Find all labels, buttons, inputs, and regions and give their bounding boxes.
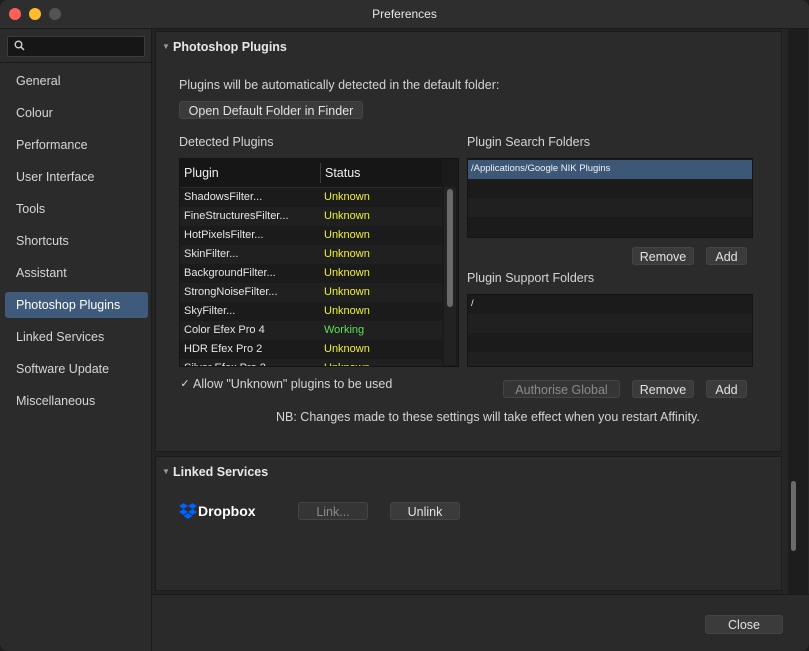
linked-services-header[interactable]: ▼ Linked Services — [156, 457, 781, 487]
main-content: ▼ Photoshop Plugins Plugins will be auto… — [152, 29, 782, 594]
title-bar: Preferences — [0, 0, 809, 29]
folder-path: /Applications/Google NIK Plugins — [471, 163, 611, 174]
chevron-down-icon[interactable]: ▼ — [162, 467, 170, 476]
sidebar-item-general[interactable]: General — [5, 68, 148, 94]
plugin-status: Unknown — [324, 305, 370, 317]
remove-search-folder-button[interactable]: Remove — [632, 247, 694, 265]
table-scrollbar[interactable] — [444, 187, 456, 365]
chevron-down-icon[interactable]: ▼ — [162, 42, 170, 51]
allow-unknown-checkbox[interactable]: ✓ — [179, 378, 191, 390]
sidebar-item-performance[interactable]: Performance — [5, 132, 148, 158]
plugin-name: SkyFilter... — [184, 305, 236, 317]
plugin-name: Silver Efex Pro 2 — [184, 362, 266, 366]
plugin-name: ShadowsFilter... — [184, 191, 263, 203]
sidebar-item-assistant[interactable]: Assistant — [5, 260, 148, 286]
support-folders-label: Plugin Support Folders — [467, 271, 595, 285]
column-header-status[interactable]: Status — [325, 166, 360, 180]
table-row[interactable]: Silver Efex Pro 2 Unknown — [180, 359, 442, 366]
sidebar-item-linked-services[interactable]: Linked Services — [5, 324, 148, 350]
plugin-status: Unknown — [324, 267, 370, 279]
sidebar: General Colour Performance User Interface To… — [0, 29, 152, 651]
plugin-status: Unknown — [324, 229, 370, 241]
table-header: Plugin Status — [180, 159, 442, 188]
sidebar-item-photoshop-plugins[interactable]: Photoshop Plugins — [5, 292, 148, 318]
unlink-button[interactable]: Unlink — [390, 502, 460, 520]
dropbox-icon — [179, 503, 197, 519]
sidebar-item-software-update[interactable]: Software Update — [5, 356, 148, 382]
photoshop-plugins-header[interactable]: ▼ Photoshop Plugins — [156, 32, 781, 62]
section-title: Photoshop Plugins — [173, 40, 287, 54]
plugin-name: SkinFilter... — [184, 248, 239, 260]
footer-bar: Close — [152, 594, 809, 651]
plugin-status: Unknown — [324, 248, 370, 260]
sidebar-item-tools[interactable]: Tools — [5, 196, 148, 222]
list-empty-row — [468, 314, 752, 333]
main-scrollbar[interactable] — [788, 29, 808, 594]
plugin-status: Unknown — [324, 362, 370, 366]
sidebar-item-user-interface[interactable]: User Interface — [5, 164, 148, 190]
intro-text: Plugins will be automatically detected i… — [179, 78, 500, 92]
restart-note: NB: Changes made to these settings will … — [276, 410, 700, 424]
plugin-name: HotPixelsFilter... — [184, 229, 264, 241]
preferences-window: Preferences General Colour Performance User… — [0, 0, 809, 651]
remove-support-folder-button[interactable]: Remove — [632, 380, 694, 398]
sidebar-item-miscellaneous[interactable]: Miscellaneous — [5, 388, 148, 414]
detected-plugins-label: Detected Plugins — [179, 135, 274, 149]
open-default-folder-button[interactable]: Open Default Folder in Finder — [179, 101, 363, 119]
table-row[interactable]: SkinFilter... Unknown — [180, 245, 442, 264]
list-item[interactable]: / — [468, 295, 752, 314]
plugin-name: FineStructuresFilter... — [184, 210, 289, 222]
plugin-name: StrongNoiseFilter... — [184, 286, 278, 298]
search-folders-list: /Applications/Google NIK Plugins — [467, 158, 753, 238]
add-support-folder-button[interactable]: Add — [706, 380, 747, 398]
table-row[interactable]: FineStructuresFilter... Unknown — [180, 207, 442, 226]
plugin-status: Unknown — [324, 286, 370, 298]
table-row[interactable]: Color Efex Pro 4 Working — [180, 321, 442, 340]
authorise-global-button[interactable]: Authorise Global — [503, 380, 620, 398]
plugin-name: BackgroundFilter... — [184, 267, 276, 279]
list-item[interactable]: /Applications/Google NIK Plugins — [468, 160, 752, 179]
dropbox-wordmark: Dropbox — [198, 503, 256, 519]
list-empty-row — [468, 198, 752, 217]
table-row[interactable]: HDR Efex Pro 2 Unknown — [180, 340, 442, 359]
table-row[interactable]: ShadowsFilter... Unknown — [180, 188, 442, 207]
sidebar-item-colour[interactable]: Colour — [5, 100, 148, 126]
plugin-name: Color Efex Pro 4 — [184, 324, 265, 336]
section-title: Linked Services — [173, 465, 269, 479]
search-icon — [14, 40, 25, 51]
column-header-plugin[interactable]: Plugin — [184, 166, 219, 180]
search-input[interactable] — [7, 36, 145, 57]
plugin-status: Working — [324, 324, 365, 336]
sidebar-item-shortcuts[interactable]: Shortcuts — [5, 228, 148, 254]
plugin-status: Unknown — [324, 191, 370, 203]
link-button[interactable]: Link... — [298, 502, 368, 520]
list-empty-row — [468, 352, 752, 366]
search-folders-label: Plugin Search Folders — [467, 135, 590, 149]
main-scrollbar-thumb[interactable] — [791, 481, 796, 551]
detected-plugins-table: Plugin Status ShadowsFilter... Unknown Fin… — [179, 158, 459, 367]
table-scrollbar-thumb[interactable] — [447, 189, 453, 307]
table-row[interactable]: HotPixelsFilter... Unknown — [180, 226, 442, 245]
table-row[interactable]: SkyFilter... Unknown — [180, 302, 442, 321]
allow-unknown-label[interactable]: Allow "Unknown" plugins to be used — [193, 377, 392, 391]
window-title: Preferences — [372, 7, 437, 21]
folder-path: / — [471, 298, 474, 309]
plugin-name: HDR Efex Pro 2 — [184, 343, 263, 355]
photoshop-plugins-panel: ▼ Photoshop Plugins Plugins will be auto… — [155, 31, 782, 452]
support-folders-list: / — [467, 294, 753, 367]
table-row[interactable]: BackgroundFilter... Unknown — [180, 264, 442, 283]
table-row[interactable]: StrongNoiseFilter... Unknown — [180, 283, 442, 302]
plugin-status: Unknown — [324, 343, 370, 355]
sidebar-divider — [0, 62, 151, 63]
column-separator[interactable] — [320, 163, 321, 183]
plugin-status: Unknown — [324, 210, 370, 222]
linked-services-panel: ▼ Linked Services — [155, 456, 782, 591]
add-search-folder-button[interactable]: Add — [706, 247, 747, 265]
close-button[interactable]: Close — [705, 615, 783, 634]
